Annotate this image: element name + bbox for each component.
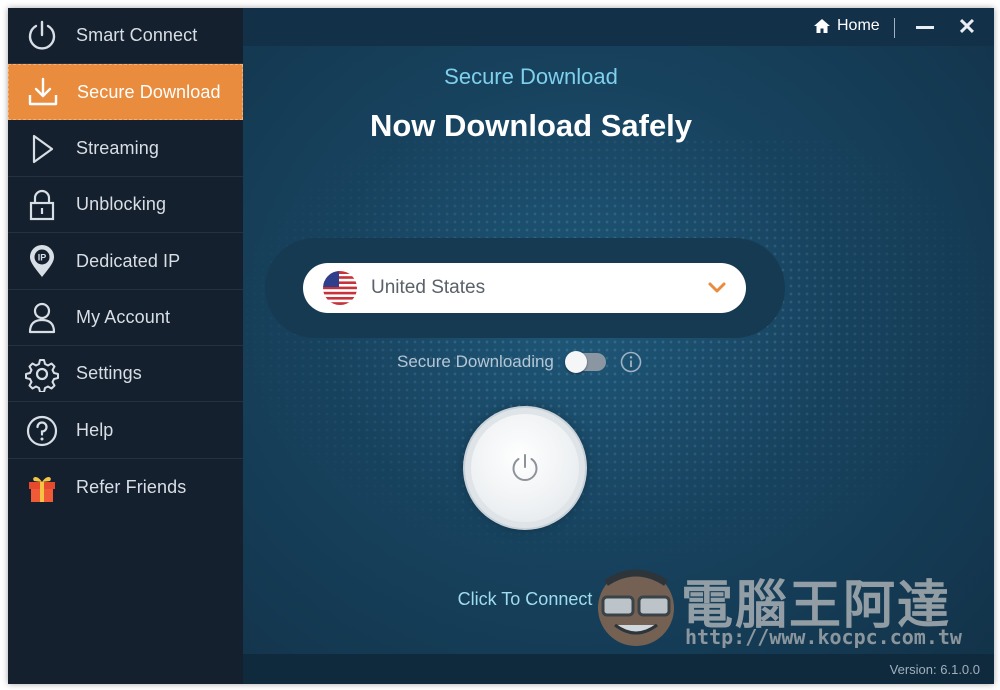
sidebar-item-label: Help bbox=[76, 420, 114, 440]
sidebar-item-refer-friends[interactable]: Refer Friends bbox=[8, 459, 243, 515]
sidebar-item-secure-download[interactable]: Secure Download bbox=[8, 64, 243, 120]
sidebar-item-settings[interactable]: Settings bbox=[8, 346, 243, 402]
connect-button[interactable] bbox=[465, 408, 585, 528]
power-icon bbox=[512, 454, 538, 481]
secure-downloading-label: Secure Downloading bbox=[397, 352, 554, 371]
sidebar: Smart Connect Secure Download Streaming … bbox=[8, 8, 243, 684]
secure-downloading-row: Secure Downloading bbox=[397, 351, 642, 373]
chevron-down-icon[interactable] bbox=[706, 277, 728, 299]
user-icon bbox=[8, 290, 76, 346]
help-icon bbox=[8, 403, 76, 459]
sidebar-item-label: Secure Download bbox=[77, 81, 221, 102]
sidebar-item-label: Smart Connect bbox=[76, 25, 198, 45]
country-name: United States bbox=[371, 277, 486, 298]
home-button[interactable]: Home bbox=[813, 17, 880, 35]
secure-downloading-toggle[interactable] bbox=[564, 351, 606, 373]
gear-icon bbox=[8, 346, 76, 402]
title-bar: Home ✕ bbox=[243, 8, 994, 46]
sidebar-item-label: My Account bbox=[76, 307, 171, 327]
gift-icon bbox=[8, 459, 76, 515]
sidebar-item-label: Settings bbox=[76, 363, 142, 383]
svg-text:IP: IP bbox=[38, 252, 47, 262]
connect-button-face bbox=[471, 414, 579, 522]
sidebar-item-label: Dedicated IP bbox=[76, 251, 181, 271]
close-button[interactable]: ✕ bbox=[955, 15, 979, 39]
lock-icon bbox=[8, 177, 76, 233]
sidebar-item-streaming[interactable]: Streaming bbox=[8, 121, 243, 177]
toggle-knob bbox=[564, 351, 587, 373]
info-icon[interactable] bbox=[620, 351, 642, 373]
ip-pin-icon: IP bbox=[8, 234, 76, 290]
watermark: 電腦王阿達 http://www.kocpc.com.tw bbox=[593, 553, 973, 653]
page-title: Now Download Safely bbox=[369, 108, 693, 143]
page-subtitle: Secure Download bbox=[444, 64, 618, 89]
sidebar-item-dedicated-ip[interactable]: IP Dedicated IP bbox=[8, 234, 243, 290]
power-icon bbox=[8, 8, 76, 64]
version-label: Version: 6.1.0.0 bbox=[889, 662, 980, 677]
sidebar-item-unblocking[interactable]: Unblocking bbox=[8, 177, 243, 233]
minimize-button[interactable] bbox=[913, 17, 937, 37]
home-icon bbox=[814, 19, 830, 33]
world-map-background bbox=[243, 138, 994, 558]
download-icon bbox=[9, 64, 77, 120]
play-icon bbox=[8, 121, 76, 177]
home-label: Home bbox=[837, 17, 880, 34]
main-panel: Home ✕ Secure Download Now Download Safe… bbox=[243, 8, 994, 684]
us-flag-icon bbox=[323, 271, 357, 305]
sidebar-item-label: Unblocking bbox=[76, 194, 167, 214]
divider bbox=[894, 18, 895, 38]
sidebar-item-my-account[interactable]: My Account bbox=[8, 290, 243, 346]
status-bar: Version: 6.1.0.0 bbox=[243, 654, 994, 684]
mascot-logo bbox=[598, 569, 674, 646]
sidebar-item-label: Streaming bbox=[76, 138, 159, 158]
app-window: Smart Connect Secure Download Streaming … bbox=[8, 8, 994, 684]
watermark-url: http://www.kocpc.com.tw bbox=[685, 625, 962, 649]
country-dropdown[interactable]: United States bbox=[303, 263, 746, 313]
sidebar-item-smart-connect[interactable]: Smart Connect bbox=[8, 8, 243, 64]
sidebar-item-help[interactable]: Help bbox=[8, 403, 243, 459]
sidebar-item-label: Refer Friends bbox=[76, 476, 187, 497]
